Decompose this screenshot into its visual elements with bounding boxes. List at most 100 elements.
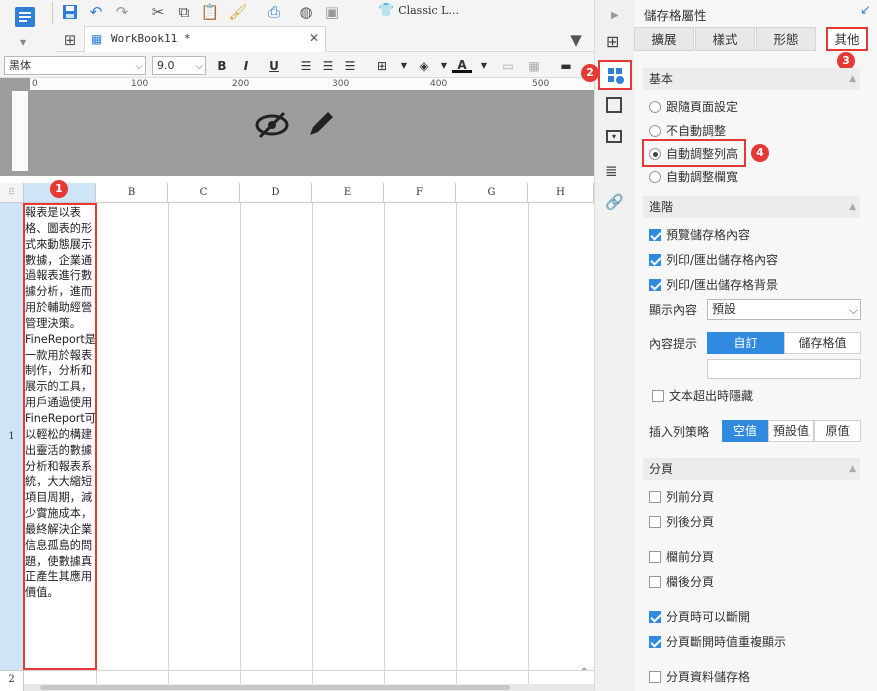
checkbox-label: 預覽儲存格內容 — [666, 228, 751, 242]
row-header-2[interactable]: 2 — [0, 670, 24, 691]
app-logo-icon[interactable] — [14, 6, 36, 32]
tooltip-cell-value-toggle[interactable]: 儲存格值 — [784, 332, 861, 354]
align-center-icon[interactable]: ☰ — [318, 57, 338, 75]
checkbox-print-content[interactable]: 列印/匯出儲存格內容 — [649, 251, 778, 269]
checkbox-can-break[interactable]: 分頁時可以斷開 — [649, 608, 750, 626]
expand-icon[interactable]: ↙ — [860, 3, 871, 18]
workbook-tab-label: WorkBook11 * — [111, 32, 191, 45]
shirt-icon: 👕 — [378, 3, 395, 18]
chevron-down-icon[interactable]: ▼ — [394, 57, 414, 75]
checkbox-label: 分頁時可以斷開 — [666, 610, 751, 624]
checkbox-page-after-col[interactable]: 欄後分頁 — [649, 573, 714, 591]
checkbox-print-background[interactable]: 列印/匯出儲存格背景 — [649, 276, 778, 294]
undo-icon[interactable]: ↶ — [86, 2, 106, 22]
section-advanced[interactable]: 進階 ▲ — [643, 196, 860, 218]
paste-icon[interactable]: 📋 — [200, 2, 220, 22]
border-icon[interactable]: ⊞ — [372, 57, 392, 75]
chevron-down-icon[interactable]: ▼ — [434, 57, 454, 75]
fill-color-icon[interactable]: ◈ — [414, 57, 434, 75]
scroll-up-icon[interactable]: ⌃ — [580, 667, 588, 678]
checkbox-page-data-cell[interactable]: 分頁資料儲存格 — [649, 668, 750, 686]
chevron-right-icon[interactable]: ▶ — [611, 10, 619, 21]
tooltip-custom-toggle[interactable]: 自訂 — [707, 332, 784, 354]
element-icon[interactable] — [606, 97, 622, 113]
align-left-icon[interactable]: ☰ — [296, 57, 316, 75]
checkbox-page-before-row[interactable]: 列前分頁 — [649, 488, 714, 506]
row-header-1[interactable]: 1 — [0, 203, 24, 670]
grid-line — [168, 203, 169, 691]
section-pagination-label: 分頁 — [649, 462, 674, 476]
chevron-down-icon[interactable]: ▼ — [20, 38, 26, 47]
data-icon[interactable]: ▣ — [322, 2, 342, 22]
format-painter-icon[interactable]: 🖌 — [228, 2, 248, 22]
condition-icon[interactable]: ≣ — [605, 162, 618, 180]
radio-auto-col-width[interactable]: 自動調整欄寬 — [649, 168, 738, 186]
grid-line — [96, 203, 97, 691]
radio-no-adjust[interactable]: 不自動調整 — [649, 122, 726, 140]
tab-style[interactable]: 樣式 — [695, 27, 755, 51]
cell-a1[interactable]: 報表是以表格、圖表的形式來動態展示數據，企業通過報表進行數據分析，進而用於輔助經… — [25, 205, 96, 601]
tooltip-input[interactable] — [707, 359, 861, 379]
scrollbar-thumb[interactable] — [40, 685, 510, 690]
collapse-icon: ▲ — [849, 74, 856, 84]
checkbox-hide-overflow[interactable]: 文本超出時隱藏 — [652, 387, 753, 405]
save-icon[interactable] — [60, 2, 80, 22]
italic-button[interactable]: I — [236, 57, 256, 75]
radio-auto-row-height[interactable]: 自動調整列高 — [649, 145, 738, 163]
bold-button[interactable]: B — [212, 57, 232, 75]
font-color-icon[interactable]: A — [452, 57, 472, 73]
cell-property-tab[interactable] — [598, 60, 632, 90]
template-icon[interactable]: ⊞ — [606, 32, 619, 51]
column-header[interactable]: G — [456, 183, 528, 203]
checkbox-repeat-on-break[interactable]: 分頁斷開時值重複顯示 — [649, 633, 786, 651]
tab-widget[interactable]: 形態 — [756, 27, 816, 51]
hide-eye-icon[interactable] — [255, 110, 289, 140]
checkbox-icon — [649, 671, 661, 683]
web-preview-icon[interactable]: ◍ — [296, 2, 316, 22]
chevron-down-icon[interactable]: ▼ — [474, 57, 494, 75]
checkbox-icon — [649, 516, 661, 528]
merge-icon[interactable]: ▭ — [498, 57, 518, 75]
display-content-select[interactable]: 預設 ⌵ — [707, 299, 861, 320]
column-header[interactable]: B — [96, 183, 168, 203]
checkbox-page-before-col[interactable]: 欄前分頁 — [649, 548, 714, 566]
tab-menu-icon[interactable]: ▼ — [566, 30, 586, 50]
workbook-tab[interactable]: ▦ WorkBook11 * ✕ — [84, 26, 326, 52]
column-header[interactable]: H — [528, 183, 594, 203]
section-basic[interactable]: 基本 ▲ — [643, 68, 860, 90]
column-header[interactable]: F — [384, 183, 456, 203]
font-size-select[interactable]: 9.0 ⌵ — [152, 56, 206, 75]
tab-expand[interactable]: 擴展 — [634, 27, 694, 51]
widget-icon[interactable]: ▾ — [606, 130, 622, 143]
radio-follow-page[interactable]: 跟隨頁面設定 — [649, 98, 738, 116]
copy-icon[interactable]: ⧉ — [174, 2, 194, 22]
pencil-icon[interactable] — [305, 108, 337, 140]
align-right-icon[interactable]: ☰ — [340, 57, 360, 75]
font-family-select[interactable]: 黑体 ⌵ — [4, 56, 146, 75]
underline-button[interactable]: U — [264, 57, 284, 75]
column-header[interactable]: E — [312, 183, 384, 203]
ruler-tick: 200 — [232, 79, 250, 89]
column-header[interactable]: D — [240, 183, 312, 203]
hyperlink-icon[interactable]: 🔗 — [605, 193, 624, 211]
checkbox-page-after-row[interactable]: 列後分頁 — [649, 513, 714, 531]
preview-icon[interactable]: ⎙ — [264, 2, 284, 22]
cut-icon[interactable]: ✂ — [148, 2, 168, 22]
property-icon-column: ▶ ⊞ 2 ▾ ≣ 🔗 — [581, 0, 634, 691]
close-icon[interactable]: ✕ — [309, 31, 319, 45]
grid-line — [528, 203, 529, 691]
insert-null-toggle[interactable]: 空值 — [722, 420, 768, 442]
redo-icon[interactable]: ↷ — [112, 2, 132, 22]
radio-label: 自動調整欄寬 — [666, 170, 739, 184]
insert-default-toggle[interactable]: 預設值 — [768, 420, 814, 442]
checkbox-preview-content[interactable]: 預覽儲存格內容 — [649, 226, 750, 244]
template-style-selector[interactable]: 👕 Classic L... — [378, 3, 459, 18]
insert-original-toggle[interactable]: 原值 — [814, 420, 861, 442]
split-icon[interactable]: ▦ — [524, 57, 544, 75]
more-icon[interactable]: ▬ — [556, 57, 576, 75]
column-header[interactable]: C — [168, 183, 240, 203]
select-all-corner[interactable]: ⠿ — [0, 183, 24, 203]
vertical-ruler — [12, 91, 28, 171]
section-pagination[interactable]: 分頁 ▲ — [643, 458, 860, 480]
tab-other[interactable]: 其他 — [826, 27, 868, 51]
